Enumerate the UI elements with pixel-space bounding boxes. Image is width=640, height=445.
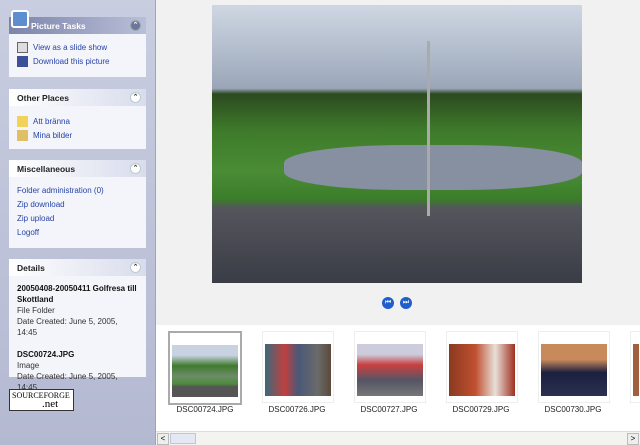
- floppy-disk-icon: [17, 55, 28, 67]
- collapse-icon[interactable]: ⌃: [130, 92, 141, 103]
- panel-header[interactable]: Picture Tasks ⌃: [9, 17, 146, 34]
- logoff-link[interactable]: Logoff: [17, 225, 138, 239]
- details-panel: Details ⌃ 20050408-20050411 Golfresa till…: [9, 259, 146, 392]
- slideshow-icon: [17, 41, 28, 53]
- horizontal-scrollbar[interactable]: < >: [156, 431, 640, 445]
- zip-upload-link[interactable]: Zip upload: [17, 211, 138, 225]
- thumbnail[interactable]: [354, 331, 426, 403]
- folder-icon: [17, 115, 28, 127]
- collapse-icon[interactable]: ⌃: [130, 163, 141, 174]
- file-type: Image: [17, 361, 40, 370]
- task-pane: Picture Tasks ⌃ View as a slide show Down…: [0, 0, 156, 445]
- miscellaneous-panel: Miscellaneous ⌃ Folder administration (0)…: [9, 160, 146, 248]
- thumbnail[interactable]: [446, 331, 518, 403]
- panel-header[interactable]: Other Places ⌃: [9, 89, 146, 106]
- main-picture: [212, 5, 582, 283]
- scrollbar-thumb[interactable]: [170, 433, 196, 444]
- thumbnail-caption[interactable]: DSC00726.JPG: [252, 405, 342, 414]
- collapse-icon[interactable]: ⌃: [130, 262, 141, 273]
- folder-type: File Folder: [17, 306, 55, 315]
- picture-icon: [11, 10, 29, 28]
- folder-date: Date Created: June 5, 2005, 14:45: [17, 317, 118, 337]
- pond: [284, 145, 582, 190]
- next-button[interactable]: ⏭: [400, 297, 412, 309]
- panel-header[interactable]: Details ⌃: [9, 259, 146, 276]
- folder-administration-link[interactable]: Folder administration (0): [17, 183, 138, 197]
- place-link[interactable]: Att bränna: [17, 114, 138, 128]
- other-places-panel: Other Places ⌃ Att bränna Mina bilder: [9, 89, 146, 149]
- previous-button[interactable]: ⏮: [382, 297, 394, 309]
- zip-download-link[interactable]: Zip download: [17, 197, 138, 211]
- download-picture-link[interactable]: Download this picture: [17, 54, 138, 68]
- thumbnail-caption[interactable]: DSC00727.JPG: [344, 405, 434, 414]
- thumbnail[interactable]: [262, 331, 334, 403]
- scroll-left-button[interactable]: <: [157, 433, 169, 445]
- collapse-icon[interactable]: ⌃: [130, 20, 141, 31]
- thumbnail-caption[interactable]: DSC00729.JPG: [436, 405, 526, 414]
- picture-tasks-panel: Picture Tasks ⌃ View as a slide show Down…: [9, 10, 146, 77]
- scroll-right-button[interactable]: >: [627, 433, 639, 445]
- thumbnail[interactable]: [538, 331, 610, 403]
- thumbnail[interactable]: [168, 331, 242, 405]
- pictures-folder-icon: [17, 129, 28, 141]
- folder-name: 20050408-20050411 Golfresa till Skottlan…: [17, 284, 137, 304]
- place-link[interactable]: Mina bilder: [17, 128, 138, 142]
- panel-header[interactable]: Miscellaneous ⌃: [9, 160, 146, 177]
- lamp-post: [427, 41, 430, 216]
- thumbnail-partial[interactable]: [630, 331, 640, 403]
- view-slideshow-link[interactable]: View as a slide show: [17, 40, 138, 54]
- file-name: DSC00724.JPG: [17, 350, 75, 359]
- thumbnail-caption[interactable]: DSC00730.JPG: [528, 405, 618, 414]
- sourceforge-logo[interactable]: SOURCEFORGE .net: [9, 389, 74, 411]
- thumbnail-caption[interactable]: DSC00724.JPG: [160, 405, 250, 414]
- thumbnail-strip: DSC00724.JPG DSC00726.JPG DSC00727.JPG D…: [156, 325, 640, 431]
